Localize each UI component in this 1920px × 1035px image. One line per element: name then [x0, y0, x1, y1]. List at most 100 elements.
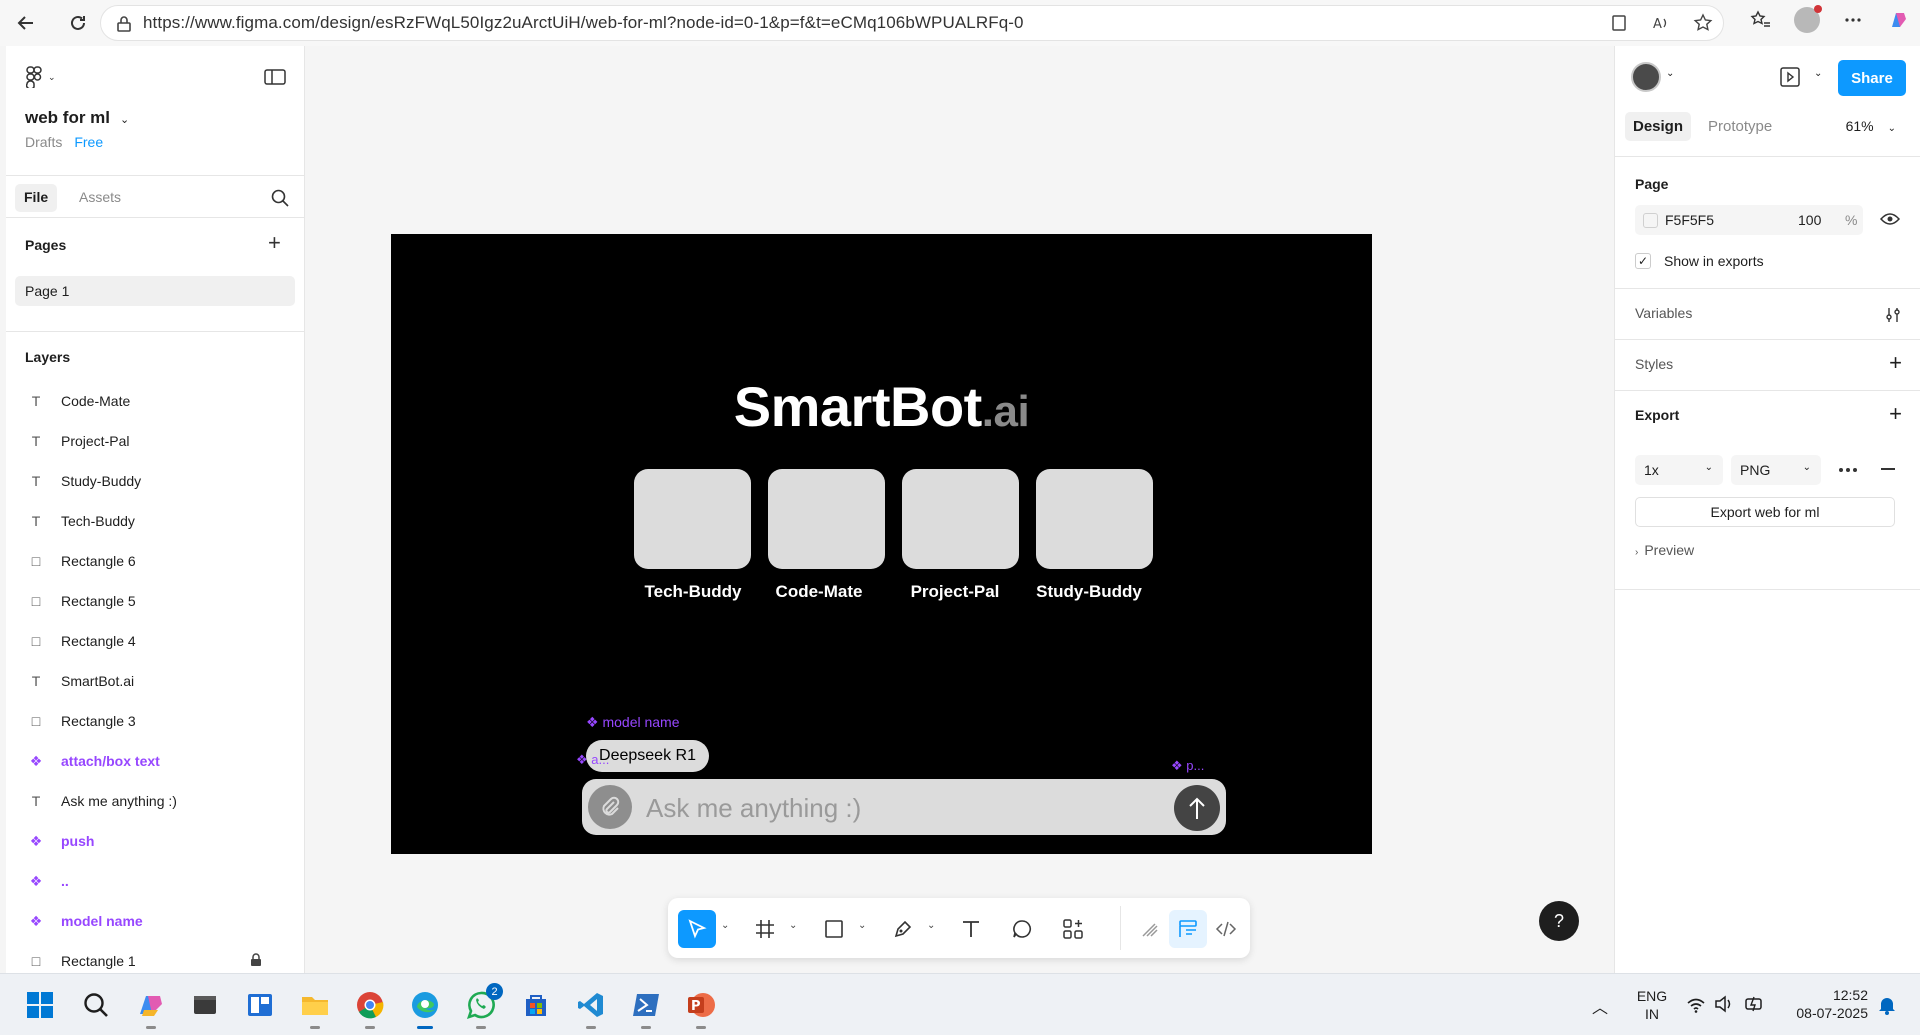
search-icon[interactable]	[270, 188, 290, 208]
layer-item[interactable]: □ Rectangle 6	[6, 541, 304, 581]
add-page-icon[interactable]: +	[268, 230, 281, 256]
comment-tool[interactable]	[1003, 910, 1041, 948]
card-rect[interactable]	[902, 469, 1019, 569]
layer-item[interactable]: ❖ push	[6, 821, 304, 861]
layer-item[interactable]: T Project-Pal	[6, 421, 304, 461]
back-button[interactable]	[10, 7, 42, 39]
chat-input-box[interactable]: Ask me anything :)	[582, 779, 1226, 835]
dev-mode[interactable]	[1207, 910, 1245, 948]
draw-mode[interactable]	[1131, 910, 1169, 948]
chevron-up-icon[interactable]: ︿	[1592, 994, 1608, 1018]
design-mode[interactable]	[1169, 910, 1207, 948]
help-button[interactable]: ?	[1539, 901, 1579, 941]
taskbar-app-vscode[interactable]	[573, 987, 609, 1029]
drafts-link[interactable]: Drafts	[25, 134, 62, 150]
profile-avatar[interactable]	[1794, 5, 1822, 33]
battery-icon[interactable]	[1744, 994, 1766, 1014]
tab-prototype[interactable]: Prototype	[1700, 112, 1780, 141]
taskbar-app-powerpoint[interactable]: P	[683, 987, 719, 1029]
shape-tool[interactable]	[815, 910, 853, 948]
present-icon[interactable]	[1779, 66, 1801, 88]
figma-main-menu[interactable]: ⌄	[26, 66, 56, 88]
page-color-value[interactable]: F5F5F5	[1665, 212, 1714, 228]
layer-item[interactable]: □ Rectangle 4	[6, 621, 304, 661]
move-tool[interactable]	[678, 910, 716, 948]
card-label[interactable]: Tech-Buddy	[623, 582, 763, 602]
start-button[interactable]	[22, 987, 58, 1023]
taskbar-app-store[interactable]	[518, 987, 554, 1023]
tab-assets[interactable]: Assets	[70, 184, 130, 212]
layer-item[interactable]: ❖..	[6, 861, 304, 901]
address-bar[interactable]: https://www.figma.com/design/esRzFWqL50I…	[100, 5, 1724, 41]
wifi-icon[interactable]	[1686, 996, 1706, 1014]
card-rect[interactable]	[634, 469, 751, 569]
chevron-down-icon[interactable]: ⌄	[1666, 68, 1674, 79]
file-name[interactable]: web for ml ⌄	[25, 108, 129, 128]
tab-file[interactable]: File	[15, 184, 58, 212]
tab-design[interactable]: Design	[1625, 112, 1692, 141]
frame-tool[interactable]	[746, 910, 784, 948]
chevron-down-icon[interactable]: ⌄	[927, 920, 935, 931]
more-icon[interactable]	[1842, 9, 1864, 31]
card-label[interactable]: Study-Buddy	[1019, 582, 1159, 602]
design-frame[interactable]: SmartBot.ai Tech-Buddy Code-Mate Project…	[391, 234, 1372, 854]
taskbar-app-widgets[interactable]	[242, 987, 278, 1023]
preview-toggle[interactable]: › Preview	[1635, 542, 1694, 558]
copilot-icon[interactable]	[1886, 7, 1912, 33]
language-indicator[interactable]: ENG IN	[1632, 987, 1672, 1023]
layer-item[interactable]: ❖ attach/box text	[6, 741, 304, 781]
avatar[interactable]	[1631, 62, 1661, 92]
remove-export-icon[interactable]	[1881, 468, 1895, 470]
taskbar-app-powershell[interactable]	[628, 987, 664, 1029]
component-label[interactable]: ❖ model name	[586, 714, 680, 731]
layer-item[interactable]: T Study-Buddy	[6, 461, 304, 501]
layer-item[interactable]: T Tech-Buddy	[6, 501, 304, 541]
read-aloud-icon[interactable]: A	[1651, 13, 1671, 33]
layer-item[interactable]: T Ask me anything :)	[6, 781, 304, 821]
page-color-field[interactable]: F5F5F5 100 %	[1635, 205, 1863, 235]
layer-item[interactable]: T SmartBot.ai	[6, 661, 304, 701]
favorites-icon[interactable]	[1750, 9, 1772, 31]
layer-item[interactable]: □ Rectangle 3	[6, 701, 304, 741]
send-button[interactable]	[1174, 785, 1220, 831]
clock[interactable]: 12:52 08-07-2025	[1784, 986, 1868, 1022]
actions-tool[interactable]	[1054, 910, 1092, 948]
component-label[interactable]: ❖ a...	[576, 752, 609, 768]
plan-badge[interactable]: Free	[74, 134, 103, 150]
export-button[interactable]: Export web for ml	[1635, 497, 1895, 527]
lock-icon[interactable]	[250, 952, 262, 970]
chevron-down-icon[interactable]: ⌄	[721, 920, 729, 931]
site-info-icon[interactable]	[115, 15, 133, 33]
page-item[interactable]: Page 1	[15, 276, 295, 306]
taskbar-app-explorer[interactable]	[297, 987, 333, 1029]
layer-item[interactable]: □ Rectangle 5	[6, 581, 304, 621]
add-export-icon[interactable]: +	[1889, 403, 1902, 425]
color-swatch[interactable]	[1643, 213, 1658, 228]
taskbar-app-chrome[interactable]	[352, 987, 388, 1029]
refresh-button[interactable]	[62, 7, 94, 39]
canvas[interactable]: SmartBot.ai Tech-Buddy Code-Mate Project…	[305, 46, 1614, 973]
chevron-down-icon[interactable]: ⌄	[1814, 68, 1822, 79]
component-label[interactable]: ❖ p...	[1171, 758, 1204, 774]
app-available-icon[interactable]	[1609, 13, 1629, 33]
export-format-select[interactable]: PNG ⌄	[1731, 455, 1821, 485]
chevron-down-icon[interactable]: ⌄	[858, 920, 866, 931]
notification-bell-icon[interactable]	[1878, 995, 1896, 1015]
more-icon[interactable]	[1837, 462, 1859, 478]
export-scale-select[interactable]: 1x ⌄	[1635, 455, 1723, 485]
page-opacity-value[interactable]: 100	[1798, 212, 1821, 228]
add-style-icon[interactable]: +	[1889, 352, 1902, 374]
layer-item[interactable]: ❖ model name	[6, 901, 304, 941]
eye-icon[interactable]	[1880, 211, 1900, 227]
toggle-sidebar-icon[interactable]	[264, 68, 286, 86]
zoom-level[interactable]: 61% ⌄	[1846, 118, 1896, 134]
card-rect[interactable]	[768, 469, 885, 569]
card-label[interactable]: Project-Pal	[885, 582, 1025, 602]
star-icon[interactable]	[1693, 13, 1713, 33]
taskbar-app-whatsapp[interactable]: 2	[463, 983, 503, 1029]
taskbar-app-copilot[interactable]	[133, 987, 169, 1029]
taskbar-app-edge[interactable]	[407, 987, 443, 1029]
pen-tool[interactable]	[884, 910, 922, 948]
share-button[interactable]: Share	[1838, 60, 1906, 96]
text-tool[interactable]	[952, 910, 990, 948]
